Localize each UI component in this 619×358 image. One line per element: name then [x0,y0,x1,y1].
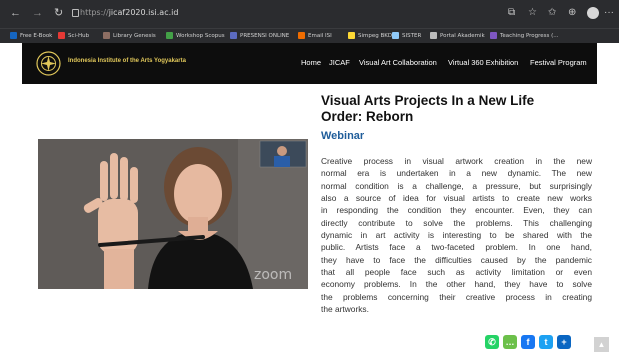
article-body: Creative process in visual artwork creat… [321,155,592,315]
twitter-share-icon[interactable]: t [539,335,553,349]
article-line: they have to face the difficulties cause… [321,254,592,265]
bookmark-favicon-icon [348,32,355,39]
bookmark-favicon-icon [10,32,17,39]
bookmark-label: Email ISI [308,33,332,39]
bookmark-item[interactable]: PRESENSI ONLINE [230,31,289,41]
article-line: normal era is undertaken in a new dynami… [321,168,592,179]
url-scheme: https:// [80,8,109,17]
article-line: in responding the condition they encount… [321,205,592,216]
site-brand[interactable]: Indonesia Institute of the Arts Yogyakar… [68,58,186,64]
bookmark-favicon-icon [430,32,437,39]
article-line: public. Artists face a two-faceted probl… [321,242,592,253]
article-line: directly contribute to solve the problem… [321,217,592,228]
bookmark-favicon-icon [298,32,305,39]
article-line: normal condition is a challenge, a press… [321,180,592,191]
back-icon[interactable]: ← [10,7,21,19]
site-header: Indonesia Institute of the Arts Yogyakar… [22,43,597,84]
bookmark-item[interactable]: Library Genesis [103,31,156,41]
page-title-line-2: Order: Reborn [321,109,414,124]
nav-jicaf[interactable]: JICAF [329,58,350,67]
address-bar[interactable]: https://jicaf2020.isi.ac.id [80,8,178,17]
bookmark-item[interactable]: Workshop Scopus [166,31,225,41]
nav-home[interactable]: Home [301,58,321,67]
article-line: Creative process in visual artwork creat… [321,156,592,166]
facebook-share-icon[interactable]: f [521,335,535,349]
bookmark-label: Teaching Progress (... [500,33,559,39]
article-line: the problems concerning their creative p… [321,291,592,302]
article-line: also a source of idea for visual artists… [321,193,592,204]
page-subtitle: Webinar [321,130,365,142]
bookmark-favicon-icon [103,32,110,39]
bookmark-favicon-icon [392,32,399,39]
browser-toolbar: ← → ↻ https://jicaf2020.isi.ac.id ⧉ ☆ ✩ … [0,0,619,28]
url-host: jicaf2020.isi.ac.id [108,8,179,17]
more-share-icon[interactable]: + [557,335,571,349]
extension-icon[interactable]: ☆ [528,7,537,18]
bookmark-item[interactable]: Simpeg BKD [348,31,392,41]
lock-icon [72,9,79,17]
bookmark-favicon-icon [58,32,65,39]
translate-icon[interactable]: ⧉ [508,7,515,18]
zoom-watermark: zoom [254,267,293,283]
bookmark-label: PRESENSI ONLINE [240,33,290,39]
bookmark-label: Sci-Hub [68,33,90,39]
webinar-video[interactable]: zoom [38,139,308,289]
bookmark-label: Library Genesis [113,33,156,39]
favorites-icon[interactable]: ✩ [548,7,556,18]
isi-logo-icon[interactable] [36,51,61,76]
article-line: that all people face such as activity li… [321,267,592,278]
sms-share-icon[interactable]: … [503,335,517,349]
bookmark-label: Simpeg BKD [358,33,393,39]
reload-icon[interactable]: ↻ [54,7,63,19]
page-title: Visual Arts Projects In a New Life Order… [321,93,601,125]
article-line: dynamic in art activity is interesting t… [321,230,592,241]
bookmark-favicon-icon [230,32,237,39]
nav-festival-program[interactable]: Festival Program [530,58,587,67]
collections-icon[interactable]: ⊕ [568,7,576,18]
bookmark-label: Portal Akademik [440,33,485,39]
scroll-to-top-button[interactable]: ▲ [594,337,609,352]
bookmark-item[interactable]: Email ISI [298,31,332,41]
article-line: the artworks. [321,304,369,315]
bookmark-label: Free E-Book [20,33,53,39]
bookmark-label: SISTER [402,33,422,39]
bookmark-item[interactable]: Sci-Hub [58,31,89,41]
bookmark-favicon-icon [490,32,497,39]
bookmark-favicon-icon [166,32,173,39]
nav-virtual-360-exhibition[interactable]: Virtual 360 Exhibition [448,58,518,67]
bookmark-item[interactable]: SISTER [392,31,421,41]
page-title-line-1: Visual Arts Projects In a New Life [321,93,535,108]
bookmarks-bar: Free E-Book Sci-Hub Library Genesis Worksho… [0,28,619,43]
bookmark-label: Workshop Scopus [176,33,225,39]
bookmark-item[interactable]: Free E-Book [10,31,52,41]
nav-visual-art-collaboration[interactable]: Visual Art Collaboration [359,58,437,67]
whatsapp-share-icon[interactable]: ✆ [485,335,499,349]
bookmark-item[interactable]: Teaching Progress (... [490,31,559,41]
profile-icon[interactable] [587,7,599,19]
forward-icon[interactable]: → [32,7,43,19]
bookmark-item[interactable]: Portal Akademik [430,31,485,41]
article-line: economy problems. In the other hand, the… [321,279,592,290]
more-icon[interactable]: ··· [604,7,614,18]
